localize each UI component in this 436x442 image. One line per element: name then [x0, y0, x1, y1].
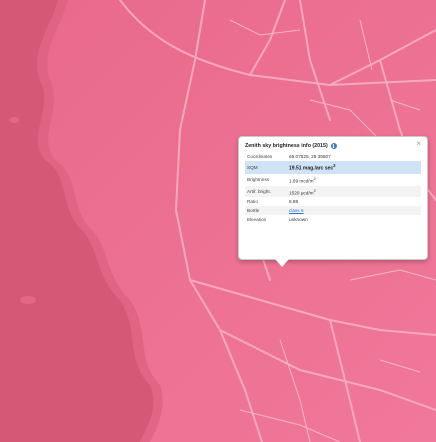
table-row: SQM 19.51 mag./arc sec2 — [245, 161, 421, 174]
island — [20, 296, 36, 304]
sqm-label: SQM — [245, 161, 287, 174]
brightness-value-text: 1.69 mcd/m — [289, 178, 314, 184]
table-row: Coordinates 65.07525, 25.39507 — [245, 152, 421, 161]
bortle-value: class 5 — [287, 206, 421, 216]
info-icon[interactable] — [330, 143, 337, 149]
popup-header: Zenith sky brightness info (2015) — [245, 141, 421, 151]
artif-bright-label: Artif. bright. — [245, 185, 287, 198]
popup-pointer — [275, 259, 289, 267]
sky-brightness-popup: Zenith sky brightness info (2015) × Coor… — [238, 136, 428, 260]
brightness-label: Brightness — [247, 177, 270, 183]
artif-bright-value-text: 1520 μcd/m — [289, 190, 314, 196]
table-row: Elevation unknown — [245, 215, 421, 224]
table-row: Bortle class 5 — [245, 206, 421, 216]
sqm-unit-exponent: 2 — [333, 163, 336, 169]
ratio-value: 8.88 — [289, 199, 299, 205]
ratio-label: Ratio — [247, 199, 258, 205]
table-row: Brightness 1.69 mcd/m2 — [245, 174, 421, 186]
table-row: Artif. bright. 1520 μcd/m2 — [245, 185, 421, 198]
coordinates-value: 65.07525, 25.39507 — [289, 154, 331, 159]
map-canvas[interactable]: Zenith sky brightness info (2015) × Coor… — [0, 0, 436, 442]
sqm-value-text: 19.51 mag./arc sec — [289, 165, 334, 172]
artif-bright-value: 1520 μcd/m2 — [287, 185, 421, 198]
brightness-unit-exponent: 2 — [313, 175, 316, 181]
popup-title: Zenith sky brightness info (2015) — [245, 143, 328, 149]
close-icon[interactable]: × — [416, 140, 421, 148]
elevation-value: unknown — [289, 217, 308, 223]
island — [9, 117, 19, 123]
sqm-value: 19.51 mag./arc sec2 — [287, 161, 421, 174]
coordinates-label: Coordinates — [247, 154, 273, 159]
brightness-value: 1.69 mcd/m2 — [287, 174, 421, 186]
table-row: Ratio 8.88 — [245, 197, 421, 206]
bortle-label: Bortle — [245, 206, 287, 216]
bortle-class-link[interactable]: class 5 — [289, 208, 304, 213]
elevation-label: Elevation — [247, 217, 267, 223]
artif-bright-unit-exponent: 2 — [313, 187, 316, 193]
info-table: Coordinates 65.07525, 25.39507 SQM 19.51… — [245, 152, 421, 224]
